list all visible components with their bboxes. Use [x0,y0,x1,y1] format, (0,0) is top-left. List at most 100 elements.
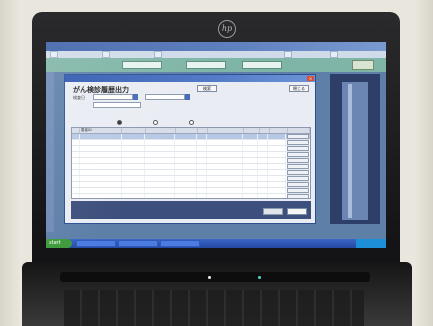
table-cell [175,170,197,175]
column-header[interactable] [122,128,146,133]
table-cell [268,152,287,157]
chevron-down-icon[interactable] [185,94,190,100]
row-checkbox[interactable] [72,146,80,151]
row-checkbox[interactable] [72,170,80,175]
table-cell [145,140,176,145]
row-checkbox[interactable] [72,134,80,139]
table-cell [243,164,259,169]
table-cell [122,182,146,187]
row-action-button[interactable] [287,164,309,169]
close-button[interactable]: 閉じる [289,85,309,92]
background-field-3[interactable] [242,61,282,69]
taskbar-item-3[interactable] [160,240,200,247]
criteria-input-1[interactable] [93,94,133,100]
background-tab-5[interactable] [330,51,338,58]
table-cell [243,182,259,187]
criteria-input-3[interactable] [93,102,141,108]
table-row[interactable] [72,194,310,198]
background-field-1[interactable] [122,61,162,69]
radio-option-2[interactable] [153,119,159,125]
right-panel-scrollbar[interactable] [348,84,352,218]
row-checkbox[interactable] [72,176,80,181]
row-checkbox[interactable] [72,164,80,169]
footer-button-2[interactable] [287,208,307,215]
column-header[interactable] [72,128,80,133]
row-action-button[interactable] [287,188,309,193]
table-cell [268,170,287,175]
background-tab-4[interactable] [284,51,292,58]
row-action-button[interactable] [287,158,309,163]
table-cell [145,182,176,187]
background-app-titlebar [46,42,386,51]
start-button[interactable]: start [46,239,72,248]
table-cell [243,176,259,181]
column-header[interactable] [176,128,198,133]
table-cell [243,134,259,139]
radio-option-3[interactable] [189,119,195,125]
row-action-button[interactable] [287,140,309,145]
background-tab-1[interactable] [50,51,58,58]
table-cell [122,158,146,163]
background-field-2[interactable] [186,61,226,69]
table-cell [207,182,243,187]
taskbar-item-2[interactable] [118,240,158,247]
table-cell [207,152,243,157]
column-header[interactable] [244,128,260,133]
search-button[interactable]: 検索 [197,85,217,92]
column-header[interactable] [260,128,270,133]
taskbar-item-1[interactable] [76,240,116,247]
row-action-button[interactable] [287,170,309,175]
table-cell [122,146,146,151]
taskbar-clock [356,239,386,248]
radio-option-1[interactable] [117,119,123,125]
table-cell [80,194,122,198]
row-checkbox[interactable] [72,152,80,157]
column-header[interactable] [198,128,208,133]
chevron-down-icon[interactable] [133,94,138,100]
row-checkbox[interactable] [72,140,80,145]
table-cell [80,146,122,151]
column-header[interactable] [270,128,288,133]
table-cell [258,134,269,139]
row-action-button[interactable] [287,146,309,151]
close-icon[interactable]: × [307,76,314,81]
criteria-input-2[interactable] [145,94,185,100]
table-cell [258,146,269,151]
row-checkbox[interactable] [72,158,80,163]
footer-button-1[interactable] [263,208,283,215]
table-cell [80,188,122,193]
column-header[interactable] [208,128,244,133]
table-cell [268,146,287,151]
row-action-button[interactable] [287,152,309,157]
background-side-button[interactable] [352,60,374,70]
table-cell [122,188,146,193]
row-action-button[interactable] [287,176,309,181]
table-cell [80,152,122,157]
row-checkbox[interactable] [72,194,80,198]
table-cell [145,170,176,175]
keyboard [64,290,364,326]
table-cell [197,152,207,157]
table-cell [122,152,146,157]
table-cell [175,182,197,187]
row-checkbox[interactable] [72,182,80,187]
table-cell [243,194,259,198]
row-action-button[interactable] [287,134,309,139]
table-cell [258,164,269,169]
table-cell [197,164,207,169]
column-header[interactable] [146,128,176,133]
criteria-label-1: 検査日 [73,95,85,100]
table-cell [207,176,243,181]
table-cell [80,170,122,175]
row-checkbox[interactable] [72,188,80,193]
table-cell [80,134,122,139]
background-tab-3[interactable] [154,51,162,58]
table-cell [268,188,287,193]
column-header[interactable] [288,128,310,133]
row-action-button[interactable] [287,194,309,198]
table-cell [197,146,207,151]
column-header[interactable]: 患者ID [80,128,122,133]
background-tab-2[interactable] [102,51,110,58]
table-cell [122,164,146,169]
row-action-button[interactable] [287,182,309,187]
